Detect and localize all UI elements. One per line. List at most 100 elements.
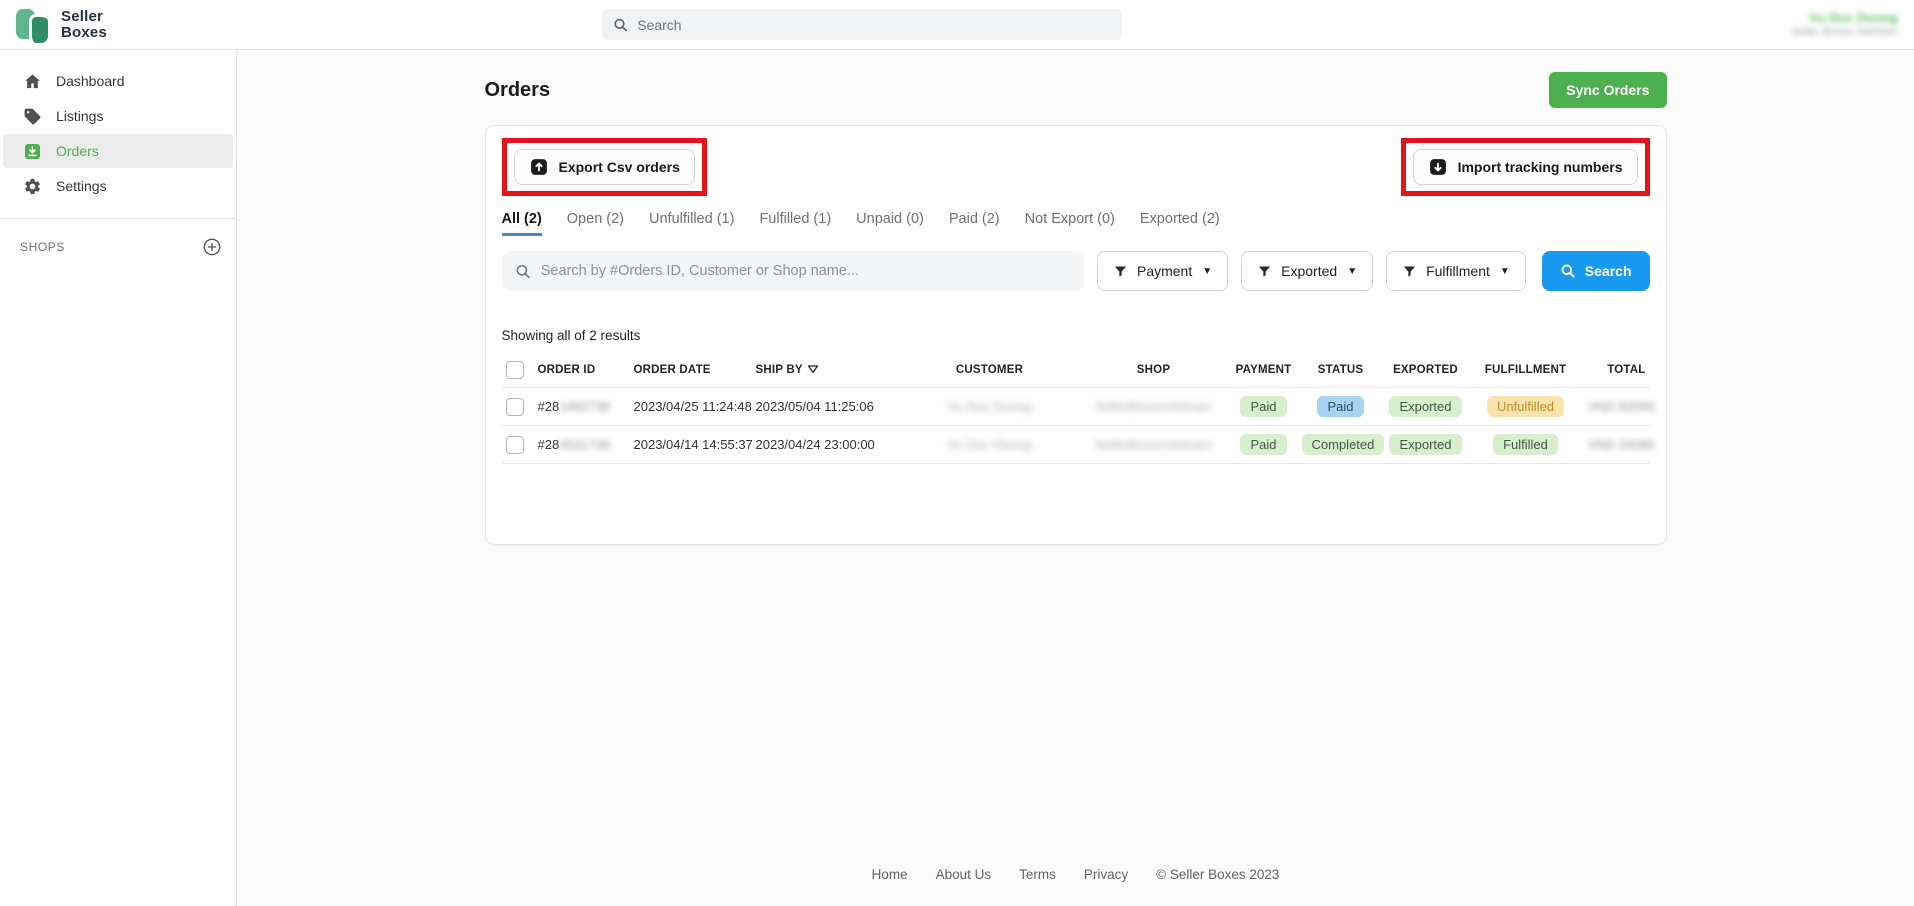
- col-exported: EXPORTED: [1384, 352, 1468, 388]
- payment-filter-dropdown[interactable]: Payment ▼: [1097, 251, 1228, 291]
- tab-fulfilled[interactable]: Fulfilled (1): [759, 211, 831, 236]
- brand-logo[interactable]: Seller Boxes: [0, 7, 237, 43]
- footer-link-about[interactable]: About Us: [936, 867, 992, 882]
- shops-section-header: SHOPS: [0, 219, 236, 257]
- tab-not-export[interactable]: Not Export (0): [1025, 211, 1115, 236]
- exported-filter-label: Exported: [1281, 263, 1337, 279]
- tab-paid[interactable]: Paid (2): [949, 211, 1000, 236]
- search-submit-button[interactable]: Search: [1542, 251, 1650, 291]
- footer-link-terms[interactable]: Terms: [1019, 867, 1056, 882]
- fulfillment-badge: Unfulfilled: [1487, 396, 1564, 417]
- funnel-icon: [1113, 264, 1128, 279]
- import-tracking-button[interactable]: Import tracking numbers: [1413, 149, 1638, 185]
- status-badge: Paid: [1317, 396, 1363, 417]
- col-total: TOTAL: [1584, 352, 1650, 388]
- global-search[interactable]: [602, 9, 1122, 40]
- export-csv-label: Export Csv orders: [559, 159, 680, 175]
- col-order-id: ORDER ID: [534, 352, 630, 388]
- total-redacted: VND 24090: [1588, 437, 1655, 452]
- sidebar: Dashboard Listings Orders Settings SHOPS: [0, 50, 237, 906]
- row-checkbox[interactable]: [506, 398, 524, 416]
- orders-table: ORDER ID ORDER DATE SHIP BY CUSTOMER SHO…: [502, 352, 1650, 464]
- main-content: Orders Sync Orders Export Csv orders: [237, 50, 1914, 906]
- sidebar-item-label: Dashboard: [56, 73, 125, 89]
- tab-unpaid[interactable]: Unpaid (0): [856, 211, 924, 236]
- chevron-down-icon: ▼: [1347, 266, 1357, 277]
- user-account[interactable]: Vu Duc Duong Seller Boxes VietNam: [1791, 10, 1914, 40]
- col-payment: PAYMENT: [1230, 352, 1298, 388]
- orders-search-input[interactable]: [541, 263, 1071, 279]
- brand-line1: Seller: [61, 9, 107, 25]
- tab-open[interactable]: Open (2): [567, 211, 624, 236]
- order-date-cell: 2023/04/25 11:24:48: [630, 388, 752, 426]
- export-csv-button[interactable]: Export Csv orders: [514, 149, 695, 185]
- fulfillment-filter-dropdown[interactable]: Fulfillment ▼: [1386, 251, 1526, 291]
- search-icon: [515, 263, 531, 280]
- chevron-down-icon: ▼: [1500, 266, 1510, 277]
- home-icon: [23, 72, 42, 91]
- customer-redacted: Vu Duc Duong: [947, 437, 1031, 452]
- order-id-redacted: 0521736: [559, 437, 610, 452]
- status-badge: Completed: [1302, 434, 1385, 455]
- sidebar-item-dashboard[interactable]: Dashboard: [3, 64, 233, 98]
- footer-link-home[interactable]: Home: [872, 867, 908, 882]
- row-checkbox[interactable]: [506, 436, 524, 454]
- col-customer: CUSTOMER: [902, 352, 1078, 388]
- footer-link-privacy[interactable]: Privacy: [1084, 867, 1128, 882]
- fulfillment-filter-label: Fulfillment: [1426, 263, 1490, 279]
- shops-label: SHOPS: [20, 240, 65, 254]
- seller-boxes-logo-icon: [16, 7, 52, 43]
- add-shop-button[interactable]: [202, 237, 222, 257]
- results-count-text: Showing all of 2 results: [502, 328, 1650, 343]
- table-header-row: ORDER ID ORDER DATE SHIP BY CUSTOMER SHO…: [502, 352, 1650, 388]
- customer-redacted: Vu Duc Duong: [947, 399, 1031, 414]
- export-icon: [529, 157, 549, 177]
- exported-badge: Exported: [1389, 396, 1461, 417]
- select-all-checkbox[interactable]: [506, 361, 524, 379]
- sidebar-item-label: Settings: [56, 178, 107, 194]
- tab-all[interactable]: All (2): [502, 211, 542, 236]
- order-id-cell[interactable]: #280521736: [534, 426, 630, 464]
- orders-card: Export Csv orders Import tracking number…: [485, 125, 1667, 545]
- gear-icon: [23, 177, 42, 196]
- tab-unfulfilled[interactable]: Unfulfilled (1): [649, 211, 734, 236]
- table-row[interactable]: #280521736 2023/04/14 14:55:37 2023/04/2…: [502, 426, 1650, 464]
- sidebar-item-settings[interactable]: Settings: [3, 169, 233, 203]
- copyright-text: © Seller Boxes 2023: [1156, 867, 1279, 882]
- shop-redacted: SellerBoxesVietnam: [1095, 399, 1212, 414]
- user-subtitle-redacted: Seller Boxes VietNam: [1791, 25, 1898, 40]
- payment-filter-label: Payment: [1137, 263, 1192, 279]
- sidebar-item-orders[interactable]: Orders: [3, 134, 233, 168]
- annotation-box-export: Export Csv orders: [502, 138, 707, 196]
- tab-exported[interactable]: Exported (2): [1140, 211, 1220, 236]
- user-name-redacted: Vu Duc Duong: [1791, 10, 1898, 25]
- order-date-cell: 2023/04/14 14:55:37: [630, 426, 752, 464]
- table-row[interactable]: #281962738 2023/04/25 11:24:48 2023/05/0…: [502, 388, 1650, 426]
- ship-by-cell: 2023/04/24 23:00:00: [752, 426, 902, 464]
- topbar: Seller Boxes Vu Duc Duong Seller Boxes V…: [0, 0, 1914, 50]
- brand-name: Seller Boxes: [61, 9, 107, 41]
- orders-search-box[interactable]: [502, 251, 1084, 291]
- order-tabs: All (2) Open (2) Unfulfilled (1) Fulfill…: [502, 211, 1650, 236]
- import-tracking-label: Import tracking numbers: [1458, 159, 1623, 175]
- global-search-input[interactable]: [637, 17, 1111, 33]
- tag-icon: [23, 107, 42, 126]
- payment-badge: Paid: [1240, 434, 1286, 455]
- footer: Home About Us Terms Privacy © Seller Box…: [237, 867, 1914, 906]
- funnel-icon: [1402, 264, 1417, 279]
- col-shop: SHOP: [1078, 352, 1230, 388]
- brand-line2: Boxes: [61, 25, 107, 41]
- sidebar-item-listings[interactable]: Listings: [3, 99, 233, 133]
- sync-orders-button[interactable]: Sync Orders: [1549, 72, 1666, 108]
- col-ship-by[interactable]: SHIP BY: [752, 352, 902, 388]
- sort-descending-icon[interactable]: [807, 364, 819, 377]
- search-icon: [613, 17, 628, 33]
- exported-filter-dropdown[interactable]: Exported ▼: [1241, 251, 1373, 291]
- col-fulfillment: FULFILLMENT: [1468, 352, 1584, 388]
- sidebar-item-label: Listings: [56, 108, 103, 124]
- col-order-date: ORDER DATE: [630, 352, 752, 388]
- order-id-cell[interactable]: #281962738: [534, 388, 630, 426]
- shop-redacted: SellerBoxesVietnam: [1095, 437, 1212, 452]
- page-title: Orders: [485, 79, 551, 102]
- ship-by-cell: 2023/05/04 11:25:06: [752, 388, 902, 426]
